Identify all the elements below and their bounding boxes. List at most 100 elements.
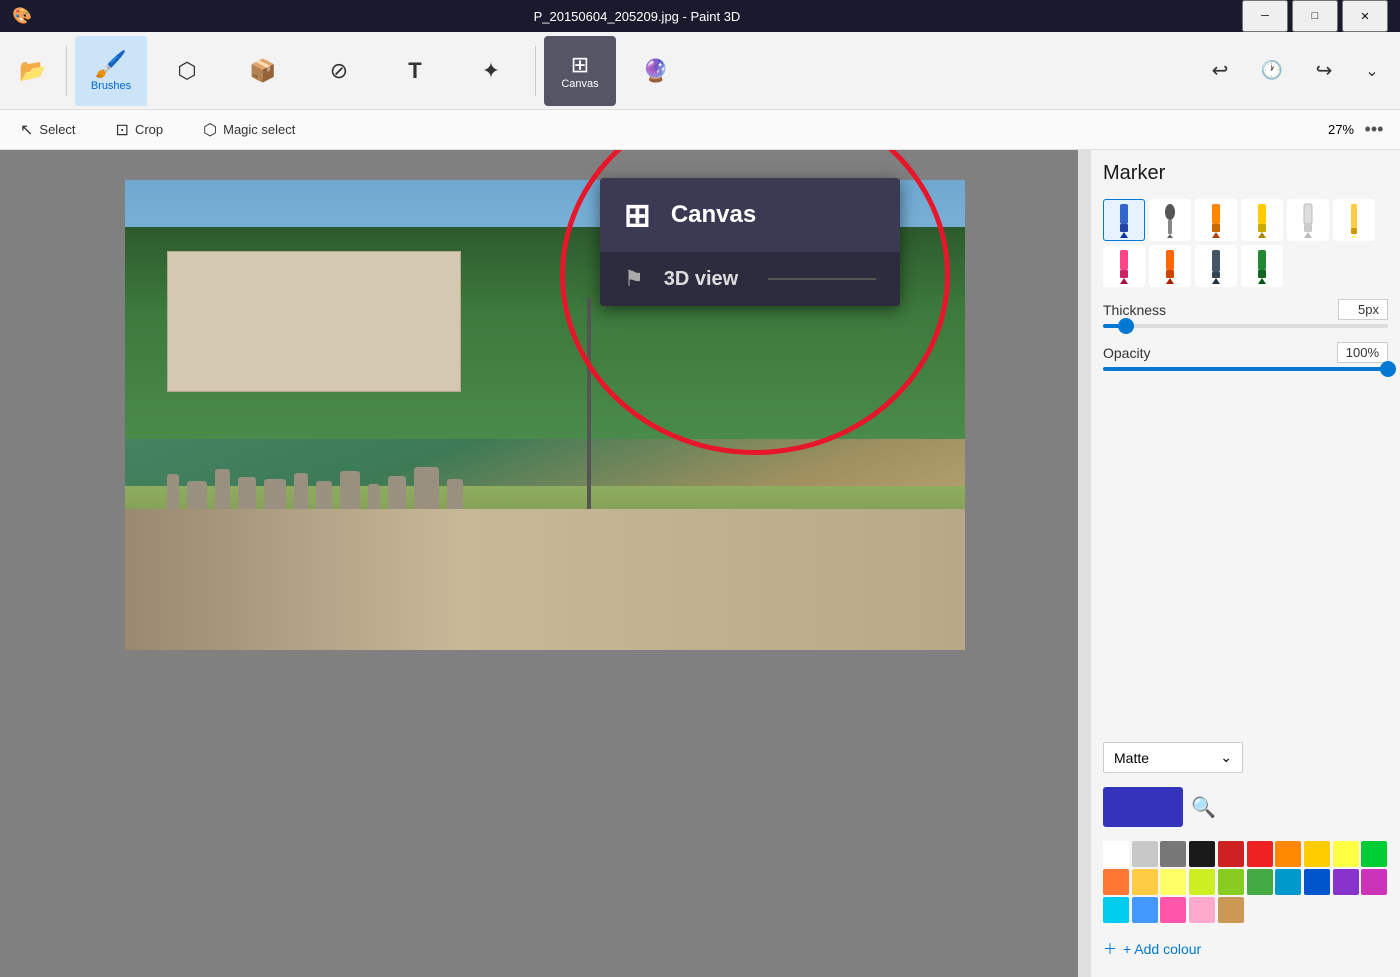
opacity-fill	[1103, 367, 1388, 371]
select-btn[interactable]: ↖ Select	[12, 116, 84, 144]
crop-icon: ⊡	[116, 120, 129, 140]
color-swatch-24[interactable]	[1218, 897, 1244, 923]
select-label: Select	[39, 122, 75, 137]
matte-chevron-icon: ⌄	[1220, 749, 1232, 766]
stone11	[414, 467, 439, 509]
brush-item-calligraphy[interactable]	[1149, 199, 1191, 241]
main-content: ⊞ Canvas ⚑ 3D view Marker	[0, 150, 1400, 977]
file-btn[interactable]: 📂	[8, 36, 58, 106]
brush-item-green[interactable]	[1241, 245, 1283, 287]
crop-btn[interactable]: ⊡ Crop	[108, 116, 172, 144]
flag-icon: ⚑	[624, 266, 644, 292]
main-toolbar: 📂 🖌️ Brushes ⬡ 📦 ⊘ T ✦ ⊞ Canvas 🔮 ↩ 🕐	[0, 32, 1400, 110]
color-swatch-8[interactable]	[1333, 841, 1359, 867]
thickness-thumb[interactable]	[1118, 318, 1134, 334]
color-swatch-0[interactable]	[1103, 841, 1129, 867]
brush-item-orange[interactable]	[1195, 199, 1237, 241]
color-swatch-7[interactable]	[1304, 841, 1330, 867]
canvas-menu-label: Canvas	[671, 201, 756, 229]
color-swatch-17[interactable]	[1304, 869, 1330, 895]
redo-btn[interactable]: ↪	[1300, 36, 1348, 106]
3dscene-tool-btn[interactable]: 🔮	[620, 36, 692, 106]
add-color-btn[interactable]: ＋ + Add colour	[1103, 933, 1388, 965]
color-swatch-20[interactable]	[1103, 897, 1129, 923]
history-btn[interactable]: 🕐	[1248, 36, 1296, 106]
color-swatch-1[interactable]	[1132, 841, 1158, 867]
stone3	[215, 469, 230, 509]
color-swatch-18[interactable]	[1333, 869, 1359, 895]
stickers-tool-btn[interactable]: ✦	[455, 36, 527, 106]
magic-select-btn[interactable]: ⬡ Magic select	[195, 116, 303, 144]
crop-label: Crop	[135, 122, 163, 137]
color-swatch-19[interactable]	[1361, 869, 1387, 895]
panel-title: Marker	[1103, 162, 1388, 185]
view3d-menu-item[interactable]: ⚑ 3D view	[600, 252, 900, 306]
eyedropper-icon: 🔍	[1191, 797, 1216, 819]
3dshapes-tool-btn[interactable]: 📦	[227, 36, 299, 106]
file-icon: 📂	[19, 58, 46, 84]
close-btn[interactable]: ✕	[1342, 0, 1388, 32]
color-swatch-21[interactable]	[1132, 897, 1158, 923]
dash-separator	[768, 278, 876, 280]
stones-area	[167, 392, 923, 510]
eyedropper-btn[interactable]: 🔍	[1191, 795, 1216, 820]
2dshapes-icon: ⬡	[177, 58, 196, 84]
brush-item-orange2[interactable]	[1149, 245, 1191, 287]
stone8	[340, 471, 360, 509]
zoom-value: 27%	[1328, 122, 1354, 137]
color-swatch-15[interactable]	[1247, 869, 1273, 895]
color-palette	[1103, 841, 1388, 923]
brush-item-yellow[interactable]	[1241, 199, 1283, 241]
brushes-label: Brushes	[91, 80, 131, 92]
color-swatch-2[interactable]	[1160, 841, 1186, 867]
minimize-btn[interactable]: ─	[1242, 0, 1288, 32]
canvas-icon: ⊞	[571, 52, 589, 78]
brushes-tool-btn[interactable]: 🖌️ Brushes	[75, 36, 147, 106]
brush-item-white[interactable]	[1287, 199, 1329, 241]
color-swatch-16[interactable]	[1275, 869, 1301, 895]
redo-icon: ↪	[1316, 58, 1333, 83]
canvas-area[interactable]: ⊞ Canvas ⚑ 3D view	[0, 150, 1090, 977]
stone9	[368, 484, 380, 509]
titlebar: 🎨 P_20150604_205209.jpg - Paint 3D ─ □ ✕	[0, 0, 1400, 32]
color-swatch-4[interactable]	[1218, 841, 1244, 867]
zoom-more-btn[interactable]: •••	[1360, 116, 1388, 144]
color-swatch-3[interactable]	[1189, 841, 1215, 867]
maximize-btn[interactable]: □	[1292, 0, 1338, 32]
opacity-thumb[interactable]	[1380, 361, 1396, 377]
stickers-icon: ✦	[482, 58, 500, 84]
matte-row: Matte ⌄	[1103, 742, 1388, 773]
building-bg	[167, 251, 461, 392]
stone12	[447, 479, 463, 509]
color-swatch-11[interactable]	[1132, 869, 1158, 895]
color-swatch-13[interactable]	[1189, 869, 1215, 895]
color-swatch-10[interactable]	[1103, 869, 1129, 895]
thickness-label: Thickness	[1103, 302, 1166, 318]
more-btn[interactable]: ⌄	[1352, 36, 1392, 106]
color-swatch-9[interactable]	[1361, 841, 1387, 867]
text-tool-btn[interactable]: T	[379, 36, 451, 106]
brush-item-pink[interactable]	[1103, 245, 1145, 287]
opacity-track[interactable]	[1103, 367, 1388, 371]
stone2	[187, 481, 207, 509]
thickness-slider-row: Thickness 5px	[1103, 299, 1388, 328]
canvas-tool-btn[interactable]: ⊞ Canvas	[544, 36, 616, 106]
thickness-track[interactable]	[1103, 324, 1388, 328]
undo-btn[interactable]: ↩	[1196, 36, 1244, 106]
color-swatch-5[interactable]	[1247, 841, 1273, 867]
effects-tool-btn[interactable]: ⊘	[303, 36, 375, 106]
scroll-bar[interactable]	[1078, 150, 1090, 977]
color-swatch-12[interactable]	[1160, 869, 1186, 895]
color-preview[interactable]	[1103, 787, 1183, 827]
color-swatch-6[interactable]	[1275, 841, 1301, 867]
canvas-menu-item[interactable]: ⊞ Canvas	[600, 178, 900, 252]
2dshapes-tool-btn[interactable]: ⬡	[151, 36, 223, 106]
brush-item-pencil-yellow[interactable]	[1333, 199, 1375, 241]
color-swatch-14[interactable]	[1218, 869, 1244, 895]
color-swatch-23[interactable]	[1189, 897, 1215, 923]
brush-item-dark[interactable]	[1195, 245, 1237, 287]
matte-select[interactable]: Matte ⌄	[1103, 742, 1243, 773]
color-swatch-22[interactable]	[1160, 897, 1186, 923]
brush-item-marker[interactable]	[1103, 199, 1145, 241]
3dshapes-icon: 📦	[249, 58, 276, 84]
